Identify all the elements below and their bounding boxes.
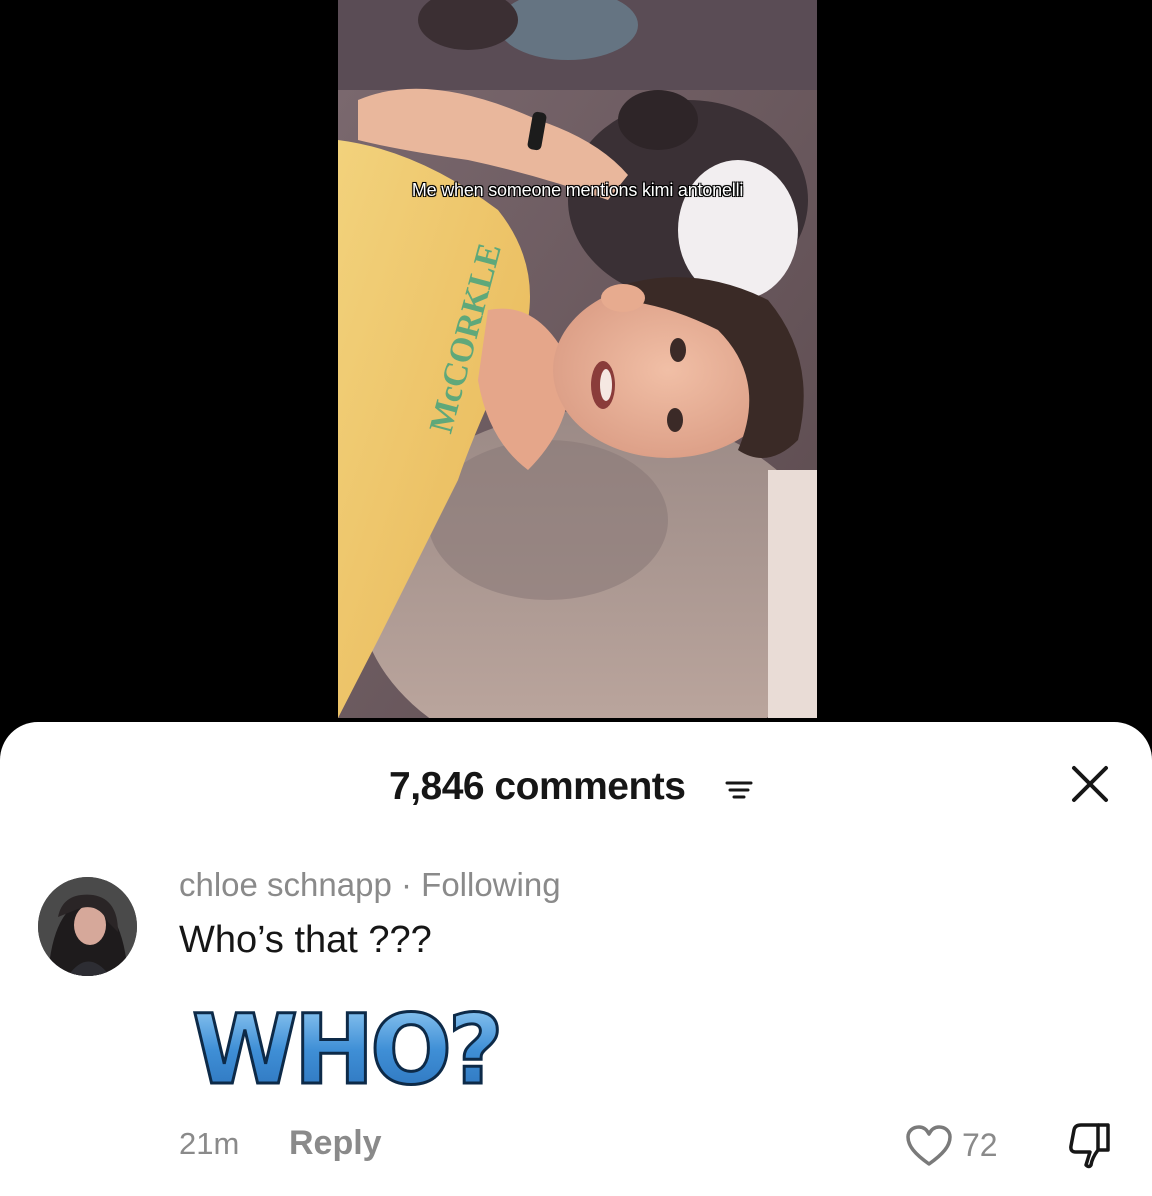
comment-author[interactable]: chloe schnapp — [179, 866, 392, 903]
who-sticker: WHO? — [191, 995, 506, 1095]
video-player[interactable]: McCORKLE Me when someone mentions kimi a… — [338, 0, 817, 718]
comment-time: 21m — [179, 1126, 240, 1161]
video-frame: McCORKLE — [338, 0, 817, 718]
author-separator: · — [391, 866, 422, 903]
comments-header: 7,846 comments — [0, 762, 1152, 812]
comment-author-line: chloe schnapp · Following — [179, 864, 561, 906]
comment-text: Who’s that ??? — [179, 919, 432, 961]
following-label: Following — [421, 866, 561, 903]
like-count: 72 — [962, 1127, 998, 1163]
heart-outline-icon[interactable] — [905, 1124, 953, 1168]
thumbs-down-outline-icon[interactable] — [1064, 1120, 1114, 1170]
sticker-text: WHO? — [192, 995, 500, 1095]
filter-lines-icon[interactable] — [724, 778, 754, 802]
avatar[interactable] — [38, 877, 137, 976]
close-icon[interactable] — [1071, 765, 1109, 803]
screen: McCORKLE Me when someone mentions kimi a… — [0, 0, 1152, 1196]
reply-button[interactable]: Reply — [289, 1122, 382, 1164]
comments-count: 7,846 comments — [389, 765, 686, 808]
video-caption: Me when someone mentions kimi antonelli — [411, 180, 744, 200]
